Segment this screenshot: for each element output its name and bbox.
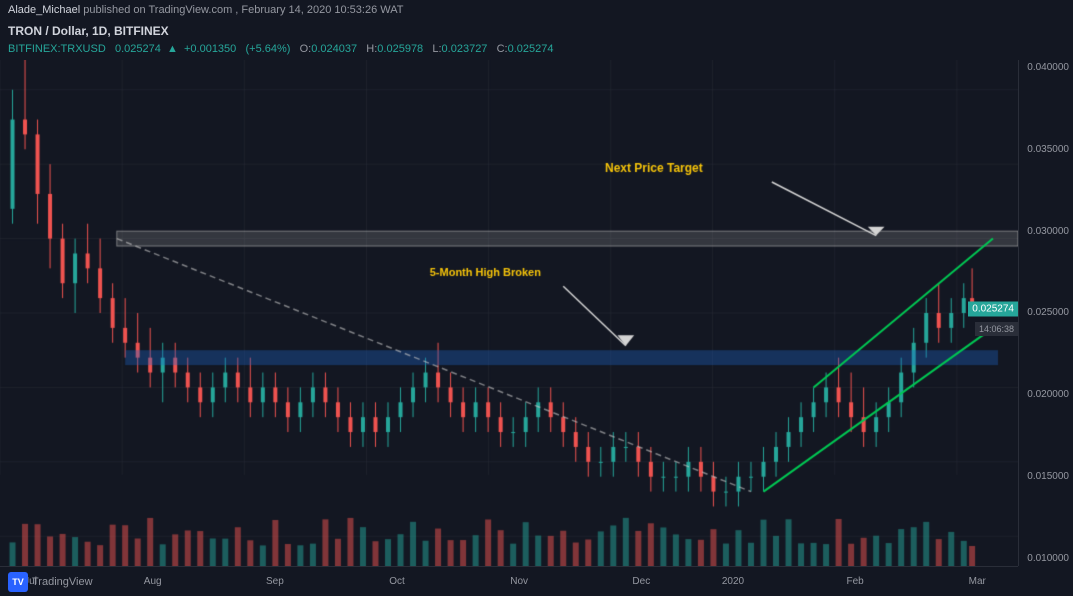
x-label-feb: Feb <box>846 576 863 587</box>
low-value: 0.023727 <box>442 43 488 55</box>
author-name: Alade_Michael <box>8 4 80 16</box>
publish-datetime: February 14, 2020 10:53:26 WAT <box>241 4 403 16</box>
close-value: 0.025274 <box>508 43 554 55</box>
x-label-nov: Nov <box>510 576 528 587</box>
tradingview-logo: TV TradingView <box>8 572 93 592</box>
close-label: C: <box>497 43 508 55</box>
y-axis: 0.040000 0.035000 0.030000 0.025000 0.02… <box>1018 60 1073 566</box>
price-level-015: 0.015000 <box>1027 471 1069 482</box>
tv-icon: TV <box>8 572 28 592</box>
current-price: 0.025274 <box>115 43 161 55</box>
price-info-line: BITFINEX:TRXUSD 0.025274 ▲ +0.001350 (+5… <box>8 41 554 59</box>
price-level-035: 0.035000 <box>1027 144 1069 155</box>
published-text: published on <box>83 4 148 16</box>
price-chart-canvas <box>0 60 1018 566</box>
x-axis: Jul Aug Sep Oct Nov Dec 2020 Feb Mar <box>0 566 1018 596</box>
x-label-mar: Mar <box>969 576 986 587</box>
price-level-025: 0.025000 <box>1027 307 1069 318</box>
current-time-tag: 14:06:38 <box>975 322 1018 336</box>
x-label-oct: Oct <box>389 576 405 587</box>
x-label-sep: Sep <box>266 576 284 587</box>
current-price-tag: 0.025274 <box>968 301 1018 316</box>
ticker-symbol: BITFINEX:TRXUSD <box>8 43 106 55</box>
price-change: +0.001350 <box>184 43 236 55</box>
chart-area <box>0 60 1018 566</box>
x-label-2020: 2020 <box>722 576 744 587</box>
high-label: H: <box>366 43 377 55</box>
x-label-dec: Dec <box>632 576 650 587</box>
low-label: L: <box>432 43 441 55</box>
price-level-020: 0.020000 <box>1027 389 1069 400</box>
x-label-aug: Aug <box>144 576 162 587</box>
price-level-030: 0.030000 <box>1027 226 1069 237</box>
tradingview-text: TradingView <box>32 576 93 588</box>
high-value: 0.025978 <box>377 43 423 55</box>
price-level-040: 0.040000 <box>1027 62 1069 73</box>
open-value: 0.024037 <box>311 43 357 55</box>
chart-title: TRON / Dollar, 1D, BITFINEX <box>8 22 554 41</box>
price-level-010: 0.010000 <box>1027 553 1069 564</box>
chart-header: Alade_Michael published on TradingView.c… <box>0 0 1073 20</box>
open-label: O: <box>300 43 312 55</box>
platform-name: TradingView.com <box>148 4 232 16</box>
